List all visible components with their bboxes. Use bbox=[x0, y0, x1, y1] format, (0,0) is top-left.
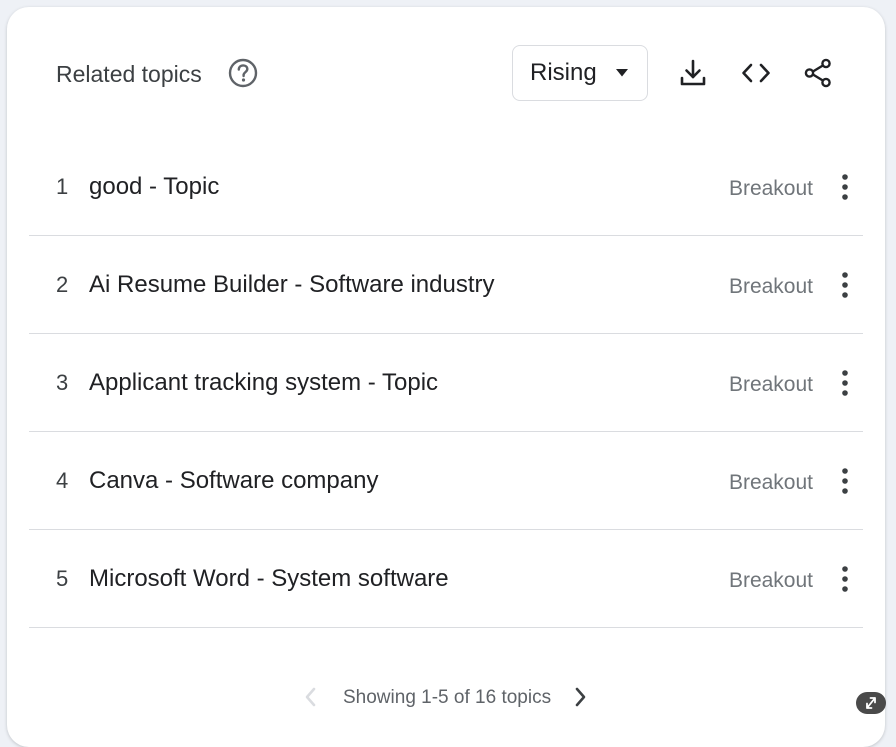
row-topic-link[interactable]: Ai Resume Builder - Software industry bbox=[89, 271, 495, 299]
share-icon[interactable] bbox=[802, 57, 834, 89]
list-item[interactable]: 4 Canva - Software company Breakout bbox=[29, 432, 863, 530]
row-rank: 2 bbox=[56, 272, 69, 297]
chevron-right-icon[interactable] bbox=[570, 685, 590, 709]
row-value: Breakout bbox=[728, 471, 813, 494]
row-topic-link[interactable]: Applicant tracking system - Topic bbox=[89, 369, 438, 397]
caret-down-icon bbox=[616, 69, 628, 77]
card-title: Related topics bbox=[56, 61, 202, 87]
row-rank: 4 bbox=[56, 468, 69, 493]
list-item[interactable]: 5 Microsoft Word - System software Break… bbox=[29, 530, 863, 628]
pagination-status: Showing 1-5 of 16 topics bbox=[343, 687, 552, 708]
row-value: Breakout bbox=[728, 275, 813, 298]
row-topic-link[interactable]: Canva - Software company bbox=[89, 467, 378, 495]
list-item[interactable]: 1 good - Topic Breakout bbox=[29, 138, 863, 236]
list-item[interactable]: 3 Applicant tracking system - Topic Brea… bbox=[29, 334, 863, 432]
row-rank: 1 bbox=[56, 174, 69, 199]
more-vert-icon[interactable] bbox=[833, 269, 857, 301]
topics-list: 1 good - Topic Breakout 2 Ai Resume Buil… bbox=[29, 138, 863, 628]
row-value: Breakout bbox=[728, 569, 813, 592]
related-topics-card: Related topics Rising 1 good - Topic Bre… bbox=[7, 7, 885, 747]
pagination: Showing 1-5 of 16 topics bbox=[7, 682, 885, 712]
expand-icon[interactable] bbox=[856, 692, 886, 714]
more-vert-icon[interactable] bbox=[833, 465, 857, 497]
row-rank: 5 bbox=[56, 566, 69, 591]
list-item[interactable]: 2 Ai Resume Builder - Software industry … bbox=[29, 236, 863, 334]
row-value: Breakout bbox=[728, 373, 813, 396]
row-topic-link[interactable]: Microsoft Word - System software bbox=[89, 565, 449, 593]
card-header: Related topics Rising bbox=[7, 7, 885, 137]
more-vert-icon[interactable] bbox=[833, 563, 857, 595]
row-rank: 3 bbox=[56, 370, 69, 395]
more-vert-icon[interactable] bbox=[833, 367, 857, 399]
row-topic-link[interactable]: good - Topic bbox=[89, 173, 219, 201]
help-circle-icon[interactable] bbox=[227, 57, 259, 89]
code-embed-icon[interactable] bbox=[740, 57, 772, 89]
download-icon[interactable] bbox=[677, 57, 709, 89]
more-vert-icon[interactable] bbox=[833, 171, 857, 203]
row-value: Breakout bbox=[728, 177, 813, 200]
rising-dropdown[interactable]: Rising bbox=[512, 45, 648, 101]
dropdown-selected-value: Rising bbox=[530, 59, 597, 86]
expand-arrows-icon bbox=[866, 697, 876, 709]
chevron-left-icon bbox=[305, 687, 316, 707]
